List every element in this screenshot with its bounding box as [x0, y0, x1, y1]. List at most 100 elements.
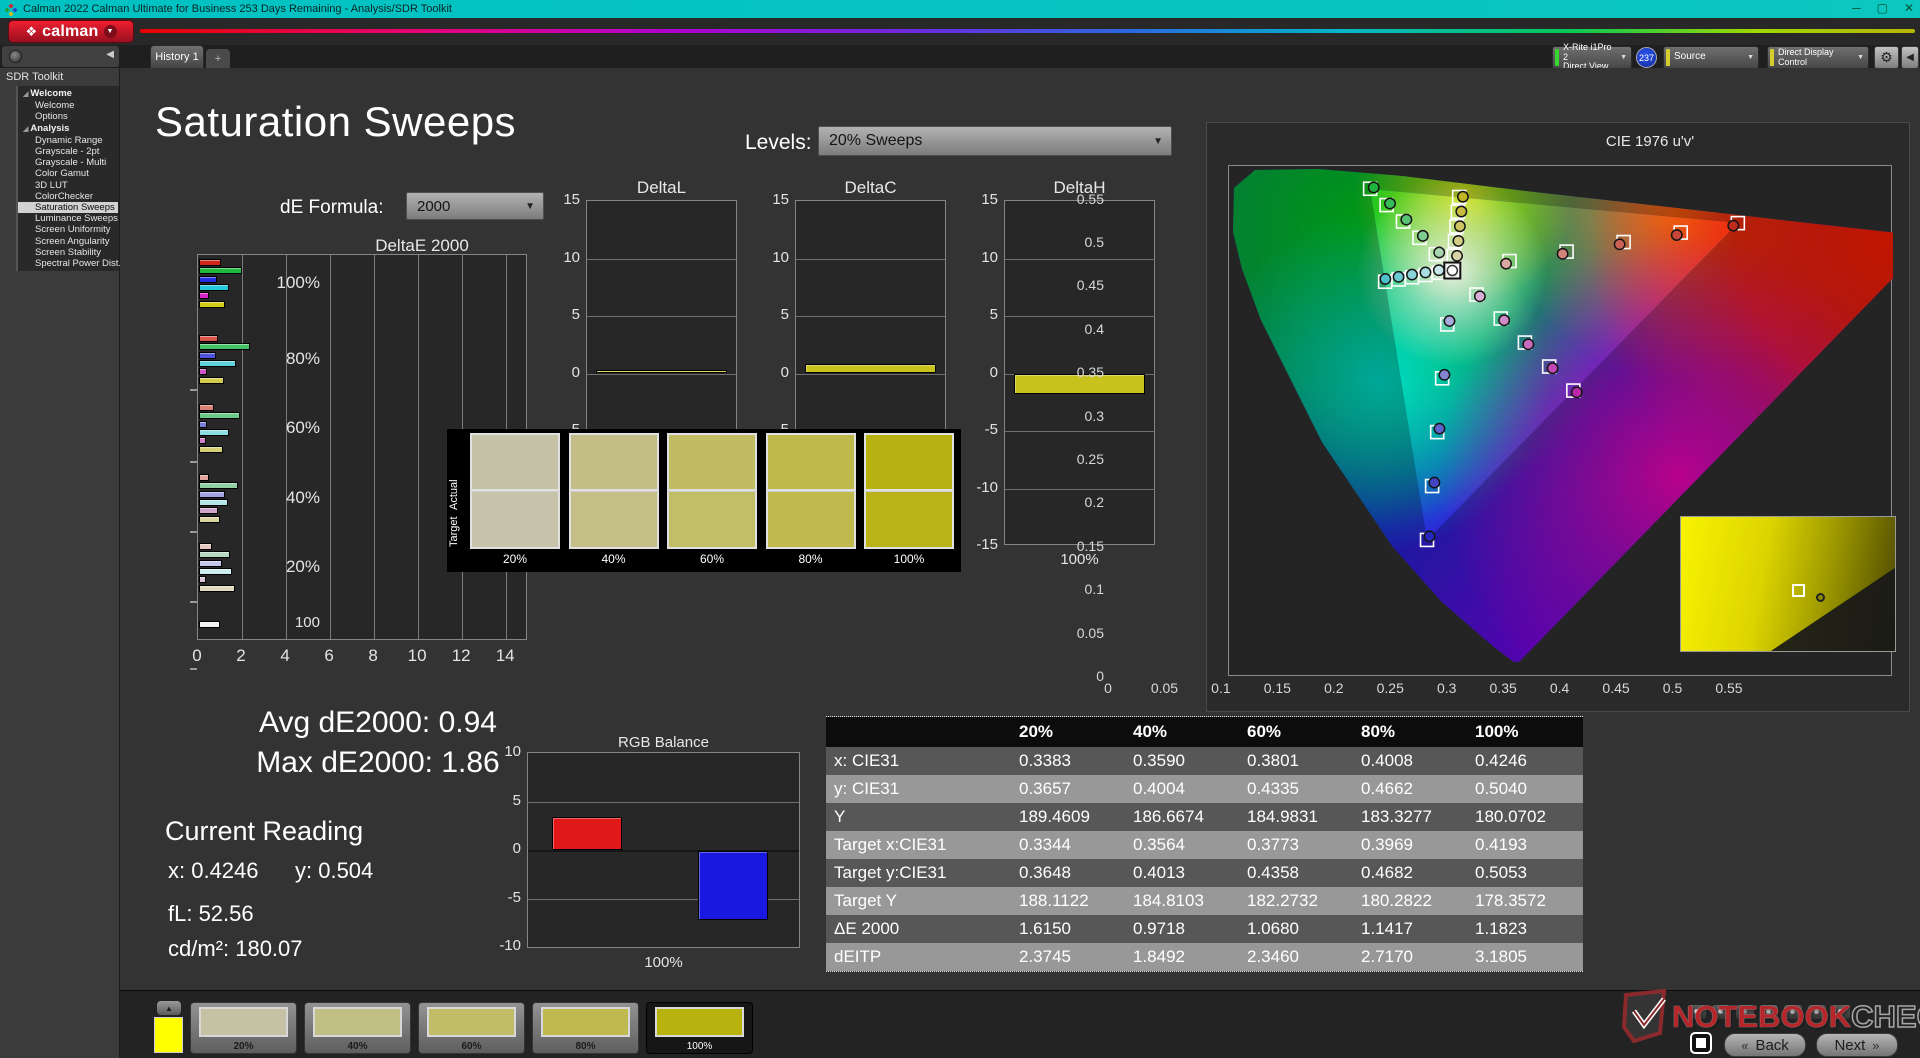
- display-control-dropdown[interactable]: Direct Display Control ▼: [1767, 46, 1869, 69]
- record-indicator-icon[interactable]: [9, 50, 22, 63]
- table-header-cell: 100%: [1467, 722, 1581, 742]
- record-dot-button[interactable]: [1808, 1005, 1826, 1019]
- record-dot-button[interactable]: [1736, 1005, 1754, 1019]
- table-cell: 183.3277: [1353, 807, 1467, 827]
- table-cell: 178.3572: [1467, 891, 1581, 911]
- table-row-y-cie31[interactable]: y: CIE310.36570.40040.43350.46620.5040: [826, 775, 1583, 803]
- sidebar-item-grayscale-2pt[interactable]: Grayscale - 2pt: [18, 146, 119, 157]
- stop-button[interactable]: [1686, 1029, 1716, 1057]
- deltae-bar-60%-Yellow: [199, 446, 223, 453]
- meter-dropdown[interactable]: X-Rite i1Pro 2Direct View ▼: [1552, 46, 1632, 69]
- cie-x-tick: 0.45: [1596, 680, 1636, 696]
- table-row-target-y-cie31[interactable]: Target y:CIE310.36480.40130.43580.46820.…: [826, 859, 1583, 887]
- cie-point-magenta: [1572, 387, 1582, 397]
- table-row-target-y[interactable]: Target Y188.1122184.8103182.2732180.2822…: [826, 887, 1583, 915]
- sidebar-item-analysis[interactable]: ◢Analysis: [18, 123, 119, 135]
- table-cell: 188.1122: [1011, 891, 1125, 911]
- cie-point-green: [1385, 198, 1395, 208]
- swatch-column-20%: 20%: [470, 433, 560, 566]
- sidebar-item-grayscale-multi[interactable]: Grayscale - Multi: [18, 157, 119, 168]
- sidebar-item-welcome[interactable]: Welcome: [18, 100, 119, 111]
- cie-point-green: [1434, 247, 1444, 257]
- table-row-x-cie31[interactable]: x: CIE310.33830.35900.38010.40080.4246: [826, 747, 1583, 775]
- sidebar-item-screen-angularity[interactable]: Screen Angularity: [18, 236, 119, 247]
- settings-button[interactable]: ⚙: [1874, 46, 1899, 69]
- deltaC-y-tick: 0: [753, 364, 789, 381]
- table-cell: 0.3969: [1353, 835, 1467, 855]
- close-button[interactable]: ✕: [1904, 1, 1914, 15]
- levels-dropdown[interactable]: 20% Sweeps ▼: [818, 126, 1172, 156]
- deltae-bar-100%-Cyan: [199, 284, 229, 291]
- cie-point-cyan: [1407, 269, 1417, 279]
- patch-tile-20%[interactable]: 20%: [190, 1002, 297, 1054]
- table-row-deitp[interactable]: dEITP2.37451.84922.34602.71703.1805: [826, 943, 1583, 971]
- deltae-bar-80%-Blue: [199, 352, 216, 359]
- tab-history-1[interactable]: History 1: [150, 45, 204, 68]
- cdm2-reading: cd/m²: 180.07: [168, 936, 303, 962]
- record-dot-button[interactable]: [1784, 1005, 1802, 1019]
- sidebar-item-options[interactable]: Options: [18, 111, 119, 122]
- next-button[interactable]: Next »: [1816, 1033, 1898, 1057]
- sidebar-item-screen-stability[interactable]: Screen Stability: [18, 247, 119, 258]
- sidebar-item-spectral-power-dist-[interactable]: Spectral Power Dist.: [18, 258, 119, 269]
- collapse-sidebar-icon[interactable]: ◀: [106, 49, 114, 60]
- deltae-bar-60%-Blue: [199, 421, 207, 428]
- actual-swatch-60%: [667, 433, 757, 491]
- sidebar-item-screen-uniformity[interactable]: Screen Uniformity: [18, 224, 119, 235]
- sidebar-item-3d-lut[interactable]: 3D LUT: [18, 180, 119, 191]
- cie-point-red: [1672, 230, 1682, 240]
- table-row-y[interactable]: Y189.4609186.6674184.9831183.3277180.070…: [826, 803, 1583, 831]
- record-dot-button[interactable]: [1712, 1005, 1730, 1019]
- expander-icon[interactable]: ◢: [23, 126, 28, 133]
- sidebar-item-welcome[interactable]: ◢Welcome: [18, 88, 119, 100]
- patch-tile-40%[interactable]: 40%: [304, 1002, 411, 1054]
- cie-y-tick: 0.45: [1064, 277, 1104, 293]
- axis-tick: [190, 461, 197, 463]
- expander-icon[interactable]: ◢: [23, 91, 28, 98]
- table-cell: 0.4013: [1125, 863, 1239, 883]
- spectrum-accent-bar: [140, 29, 1915, 33]
- gridline: [1005, 316, 1154, 317]
- calman-menu-button[interactable]: ❖ calman ▼: [8, 20, 134, 43]
- patch-tile-80%[interactable]: 80%: [532, 1002, 639, 1054]
- meter-count-badge[interactable]: 237: [1636, 47, 1657, 68]
- record-dot-button[interactable]: [1832, 1005, 1850, 1019]
- sidebar-item-color-gamut[interactable]: Color Gamut: [18, 168, 119, 179]
- minimize-button[interactable]: ─: [1852, 1, 1861, 15]
- cie-x-tick: 0.1: [1201, 680, 1241, 696]
- sidebar-item-luminance-sweeps[interactable]: Luminance Sweeps: [18, 213, 119, 224]
- show-patch-button[interactable]: ▲: [157, 1001, 181, 1015]
- maximize-button[interactable]: ▢: [1877, 1, 1888, 15]
- record-dot-button[interactable]: [1760, 1005, 1778, 1019]
- cie-y-tick: 0.15: [1064, 538, 1104, 554]
- gridline: [242, 255, 243, 639]
- table-cell: 1.8492: [1125, 947, 1239, 967]
- back-button[interactable]: « Back: [1724, 1033, 1806, 1057]
- table-cell: 0.3564: [1125, 835, 1239, 855]
- de-formula-dropdown[interactable]: 2000 ▼: [406, 192, 544, 220]
- add-tab-button[interactable]: +: [206, 49, 230, 68]
- record-dot-button[interactable]: [1688, 1005, 1706, 1019]
- source-dropdown[interactable]: Source ▼: [1663, 46, 1759, 69]
- table-row--e-2000[interactable]: ΔE 20001.61500.97181.06801.14171.1823: [826, 915, 1583, 943]
- title-bar: Calman 2022 Calman Ultimate for Business…: [0, 0, 1920, 18]
- bottom-bar: ▲ 20%40%60% 80% 100% « Back Next »: [120, 990, 1920, 1058]
- sidebar-item-colorchecker[interactable]: ColorChecker: [18, 191, 119, 202]
- tile-label: 80%: [533, 1041, 638, 1052]
- collapse-panel-button[interactable]: ◀: [1901, 46, 1919, 69]
- record-dot-icon: [1766, 1009, 1771, 1014]
- sidebar-header: ◀: [2, 46, 119, 67]
- inset-measured-point: [1816, 593, 1825, 602]
- table-row-target-x-cie31[interactable]: Target x:CIE310.33440.35640.37730.39690.…: [826, 831, 1583, 859]
- cie-x-tick: 0.35: [1483, 680, 1523, 696]
- cie-point-green: [1369, 182, 1379, 192]
- table-cell: 0.3657: [1011, 779, 1125, 799]
- sidebar-item-dynamic-range[interactable]: Dynamic Range: [18, 135, 119, 146]
- patch-tile-60%[interactable]: 60%: [418, 1002, 525, 1054]
- deltae-bar-60%-Red: [199, 404, 214, 411]
- sidebar-item-saturation-sweeps[interactable]: Saturation Sweeps: [18, 202, 118, 213]
- tile-swatch: [655, 1007, 744, 1037]
- tile-swatch: [541, 1007, 630, 1037]
- patch-tile-100%[interactable]: 100%: [646, 1002, 753, 1054]
- chevron-down-icon: ▼: [525, 201, 543, 212]
